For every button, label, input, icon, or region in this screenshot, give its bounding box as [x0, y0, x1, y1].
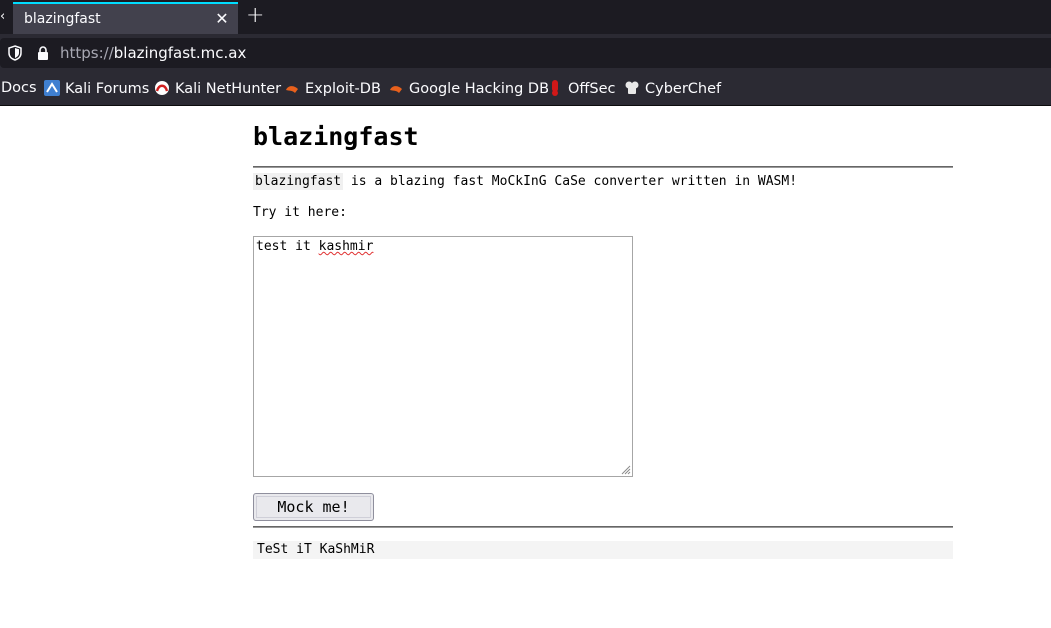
inline-code: blazingfast: [253, 173, 344, 190]
mock-button[interactable]: Mock me!: [253, 493, 374, 521]
url-text[interactable]: https://blazingfast.mc.ax: [60, 44, 246, 62]
url-host: blazingfast.mc.ax: [113, 44, 247, 62]
exploit-db-icon: [390, 86, 402, 93]
bookmark-label: Kali NetHunter: [175, 81, 282, 97]
bookmark-exploit-db[interactable]: Exploit-DB: [284, 80, 381, 97]
bookmark-offsec[interactable]: OffSec: [547, 80, 616, 97]
input-textarea[interactable]: test it kashmir: [253, 236, 633, 477]
cyberchef-icon: [625, 81, 639, 94]
tab-strip: ‹ blazingfast ✕ +: [0, 0, 1051, 34]
tab-title: blazingfast: [24, 11, 101, 27]
tab-scroll-left-icon[interactable]: ‹: [0, 9, 5, 24]
kali-forums-icon: [44, 80, 60, 96]
bookmark-label: Docs: [1, 80, 37, 96]
tracking-shield-icon[interactable]: [8, 45, 22, 61]
kali-nethunter-icon: [155, 81, 169, 95]
bookmark-label: Exploit-DB: [305, 81, 381, 97]
try-label: Try it here:: [253, 205, 347, 220]
bookmarks-toolbar: Docs Kali Forums Kali NetHunter Exploit-…: [0, 71, 1051, 106]
lock-icon[interactable]: [37, 46, 49, 60]
bookmark-label: OffSec: [568, 81, 616, 97]
description-text: is a blazing fast MoCkInG CaSe converter…: [343, 174, 798, 189]
url-scheme: https://: [60, 44, 114, 62]
bookmark-label: CyberChef: [645, 81, 722, 97]
resize-grip-icon[interactable]: [619, 463, 631, 475]
offsec-icon: [552, 80, 558, 96]
bookmark-kali-forums[interactable]: Kali Forums: [44, 80, 149, 97]
bookmark-label: Kali Forums: [65, 81, 150, 97]
exploit-db-icon: [286, 86, 298, 93]
new-tab-button[interactable]: +: [246, 3, 264, 28]
divider: [253, 166, 953, 168]
url-bar[interactable]: https://blazingfast.mc.ax: [0, 38, 1051, 68]
page-title: blazingfast: [253, 122, 419, 151]
output-text: TeSt iT KaShMiR: [253, 541, 953, 559]
nav-bar: https://blazingfast.mc.ax: [0, 34, 1051, 71]
input-text: test it: [256, 239, 319, 254]
page-content: blazingfast blazingfast is a blazing fas…: [0, 106, 1051, 628]
bookmark-cyberchef[interactable]: CyberChef: [624, 80, 721, 97]
close-icon[interactable]: ✕: [214, 9, 230, 28]
misspelled-word: kashmir: [318, 239, 374, 254]
bookmark-kali-nethunter[interactable]: Kali NetHunter: [154, 80, 281, 97]
bookmark-label: Google Hacking DB: [409, 81, 550, 97]
bookmark-docs[interactable]: Docs: [1, 80, 37, 96]
page-description: blazingfast is a blazing fast MoCkInG Ca…: [253, 173, 798, 190]
active-tab[interactable]: blazingfast ✕: [13, 2, 238, 34]
divider: [253, 526, 953, 528]
bookmark-google-hacking-db[interactable]: Google Hacking DB: [388, 80, 549, 97]
